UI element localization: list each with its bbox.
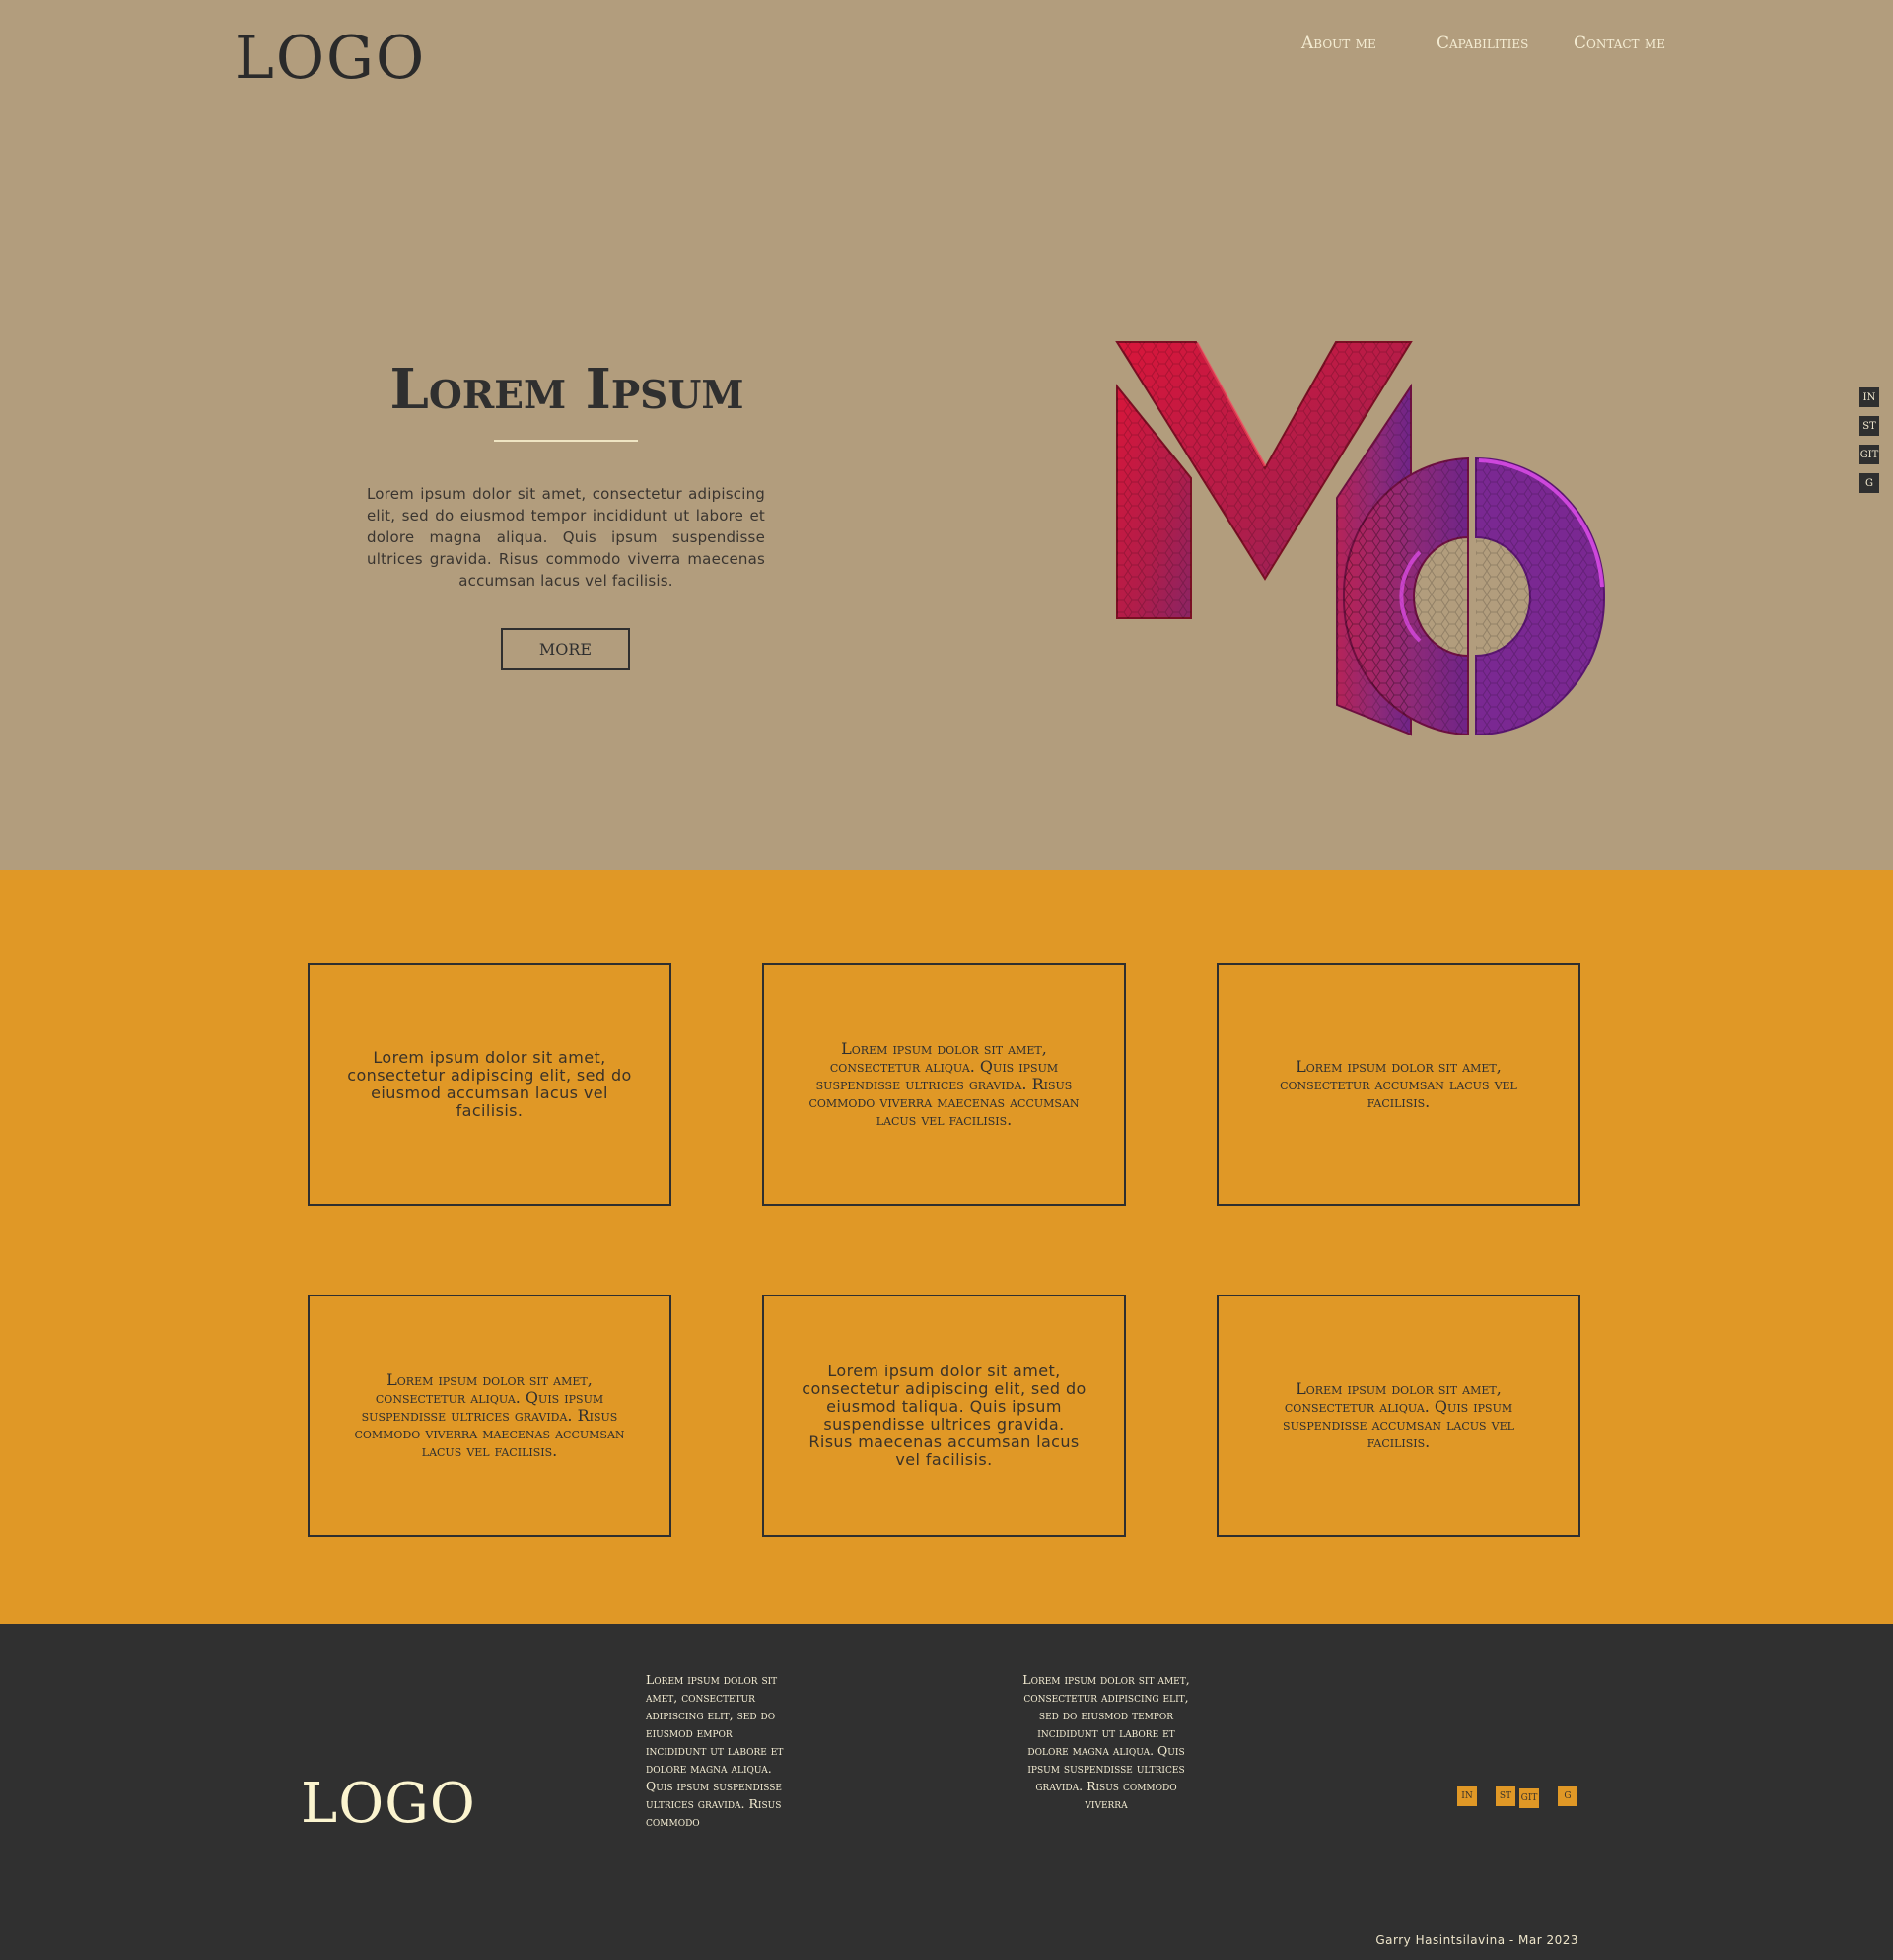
card-5[interactable]: Lorem ipsum dolor sit amet, consectetur … [762, 1295, 1126, 1537]
hero-title: Lorem Ipsum [389, 357, 744, 422]
footer: LOGO Lorem ipsum dolor sit amet, consect… [0, 1624, 1893, 1960]
card-4[interactable]: Lorem ipsum dolor sit amet, consectetur … [308, 1295, 671, 1537]
card-text: Lorem ipsum dolor sit amet, consectetur … [354, 1370, 625, 1460]
nav-contact-me[interactable]: Contact me [1574, 34, 1665, 53]
more-button[interactable]: MORE [501, 628, 630, 670]
card-text: Lorem ipsum dolor sit amet, consectetur … [347, 1048, 632, 1120]
card-text: Lorem ipsum dolor sit amet, consectetur … [1283, 1379, 1514, 1451]
side-social-icons: IN ST GIT G [1859, 387, 1879, 502]
hero-divider [494, 440, 638, 442]
instagram-icon[interactable]: IN [1859, 387, 1879, 407]
hero-text: Lorem ipsum dolor sit amet, consectetur … [367, 485, 765, 590]
card-text: Lorem ipsum dolor sit amet, consectetur … [1280, 1057, 1517, 1111]
footer-github-icon[interactable]: GIT [1519, 1788, 1539, 1808]
hero-section: LOGO About me Capabilities Contact me Lo… [0, 0, 1893, 870]
google-icon[interactable]: G [1859, 473, 1879, 493]
footer-logo[interactable]: LOGO [301, 1772, 476, 1836]
nav-about-me[interactable]: About me [1301, 34, 1376, 53]
footer-credit: Garry Hasintsilavina - Mar 2023 [1375, 1933, 1578, 1947]
footer-text-column-1: Lorem ipsum dolor sit amet, consectetur … [646, 1672, 784, 1829]
card-text: Lorem ipsum dolor sit amet, consectetur … [802, 1362, 1087, 1469]
cards-section: Lorem ipsum dolor sit amet, consectetur … [0, 870, 1893, 1624]
footer-stackoverflow-icon[interactable]: ST [1496, 1786, 1515, 1806]
card-1[interactable]: Lorem ipsum dolor sit amet, consectetur … [308, 963, 671, 1206]
card-6[interactable]: Lorem ipsum dolor sit amet, consectetur … [1217, 1295, 1580, 1537]
header-logo[interactable]: LOGO [235, 24, 426, 93]
footer-instagram-icon[interactable]: IN [1457, 1786, 1477, 1806]
card-3[interactable]: Lorem ipsum dolor sit amet, consectetur … [1217, 963, 1580, 1206]
card-2[interactable]: Lorem ipsum dolor sit amet, consectetur … [762, 963, 1126, 1206]
footer-google-icon[interactable]: G [1558, 1786, 1578, 1806]
stackoverflow-icon[interactable]: ST [1859, 416, 1879, 436]
nav-capabilities[interactable]: Capabilities [1437, 34, 1528, 53]
mb-monogram-image [1115, 341, 1606, 736]
github-icon[interactable]: GIT [1859, 445, 1879, 464]
footer-text-column-2: Lorem ipsum dolor sit amet, consectetur … [1022, 1672, 1190, 1811]
card-text: Lorem ipsum dolor sit amet, consectetur … [808, 1039, 1080, 1129]
